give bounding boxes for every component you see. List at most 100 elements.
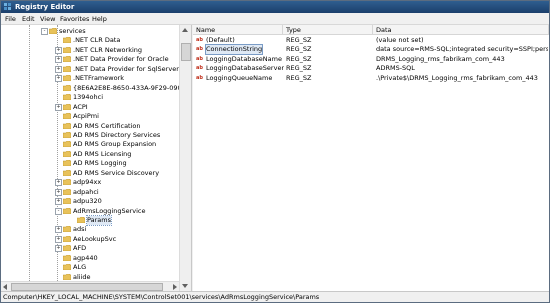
tree-item-label: AD RMS Directory Services [73,130,161,139]
scroll-right-icon[interactable] [173,284,177,290]
menu-bar: File Edit View Favorites Help [1,13,549,25]
value-name: LoggingDatabaseServer [206,64,285,73]
tree-item-label: adpu320 [73,197,102,206]
folder-icon [63,226,71,233]
folder-icon [63,65,71,72]
tree-item-label: ALG [73,263,87,272]
expand-icon[interactable]: + [55,65,62,73]
folder-icon [63,169,71,176]
value-row[interactable]: ab LoggingDatabaseName REG_SZ DRMS_Logging_… [193,55,549,64]
expand-icon[interactable]: + [55,188,62,196]
expand-icon[interactable]: + [55,46,62,54]
value-data: data source=RMS-SQL;integrated security=… [376,45,548,54]
tree-item-label: AdRmsLoggingService [73,206,146,215]
folder-icon [63,207,71,214]
value-name: LoggingQueueName [206,73,273,82]
tree-item-label: AeLookupSvc [73,234,117,243]
title-bar[interactable]: Registry Editor [1,1,549,13]
tree-item-label: AD RMS Licensing [73,149,132,158]
folder-icon [63,264,71,271]
tree-item-label: AFD [73,244,87,253]
scroll-down-icon[interactable] [182,284,188,288]
value-row[interactable]: ab LoggingDatabaseServer REG_SZ ADRMS-SQL [193,64,549,73]
tree-item-label: agp440 [73,253,98,262]
tree-item-label: adsi [73,225,87,234]
value-type: REG_SZ [286,54,312,63]
expand-icon[interactable]: + [55,226,62,234]
folder-icon [63,37,71,44]
window-title: Registry Editor [15,3,75,11]
folder-icon [63,198,71,205]
expand-icon[interactable]: + [55,56,62,64]
menu-help[interactable]: Help [92,15,107,23]
menu-file[interactable]: File [5,15,16,23]
value-type: REG_SZ [286,73,312,82]
tree-item-label: AcpiPmi [73,112,99,121]
tree-item-label: .NETFramework [73,74,124,83]
tree-item-label: ACPI [73,102,88,111]
values-list[interactable]: Name Type Data ab (Default) REG_SZ (value n… [193,25,549,291]
value-row[interactable]: ab LoggingQueueName REG_SZ .\Private$\DRMS_… [193,74,549,83]
folder-icon [63,188,71,195]
collapse-icon[interactable]: - [55,207,62,215]
folder-icon [63,235,71,242]
horizontal-scroll-thumb[interactable] [11,283,163,291]
expand-icon[interactable]: + [55,179,62,187]
string-value-icon: ab [196,74,203,81]
expand-icon[interactable]: + [55,245,62,253]
tree-item-label: adp94xx [73,178,102,187]
folder-icon [63,179,71,186]
expand-icon[interactable]: + [55,198,62,206]
tree-horizontal-scrollbar[interactable] [1,281,179,291]
scroll-up-icon[interactable] [182,28,188,32]
folder-icon [63,103,71,110]
folder-icon [63,254,71,261]
value-type: REG_SZ [286,45,312,54]
registry-key-tree[interactable]: - services .NET CLR Data + .NET CLR Networki… [1,25,192,291]
value-row[interactable]: ab ConnectionString REG_SZ data source=RMS-… [193,44,549,56]
column-header-data[interactable]: Data [373,25,549,35]
column-header-name[interactable]: Name [193,25,283,35]
menu-view[interactable]: View [40,15,55,23]
expand-icon[interactable]: + [55,235,62,243]
registry-app-icon [4,3,11,10]
folder-icon [63,150,71,157]
folder-icon [63,84,71,91]
tree-item-label: AD RMS Certification [73,121,141,130]
string-value-icon: ab [196,55,203,62]
value-row[interactable]: ab (Default) REG_SZ (value not set) [193,36,549,45]
value-name: ConnectionString [204,44,264,56]
tree-item-label: .NET Data Provider for SqlServer [73,64,179,73]
folder-icon [63,94,71,101]
value-type: REG_SZ [286,36,312,44]
tree-item-label: {8E6A2E8E-8650-433A-9F29-09091 [73,83,190,92]
registry-editor-window: Registry Editor File Edit View Favorites… [0,0,550,303]
tree-item-label: adpahci [73,187,99,196]
folder-icon [63,113,71,120]
folder-icon [63,273,71,280]
string-value-icon: ab [196,65,203,72]
tree-item-label: AD RMS Group Expansion [73,140,157,149]
folder-icon [63,46,71,53]
scroll-left-icon[interactable] [3,284,7,290]
tree-item-label: AD RMS Logging [73,159,127,168]
expand-icon[interactable]: + [55,75,62,83]
value-data: DRMS_Logging_rms_fabrikam_com_443 [376,54,505,63]
menu-favorites[interactable]: Favorites [60,15,89,23]
scroll-thumb[interactable] [181,43,191,61]
expand-icon[interactable]: + [55,103,62,111]
folder-icon [63,141,71,148]
folder-icon [49,28,57,34]
value-type: REG_SZ [286,64,312,73]
column-header-type[interactable]: Type [283,25,373,35]
tree-item-label: services [59,27,86,35]
collapse-icon[interactable]: - [41,28,48,35]
tree-vertical-scrollbar[interactable] [179,25,191,291]
folder-icon [77,217,85,223]
value-data: ADRMS-SQL [376,64,415,73]
status-bar-path: Computer\HKEY_LOCAL_MACHINE\SYSTEM\Contr… [1,291,549,302]
value-name: LoggingDatabaseName [206,54,282,63]
menu-edit[interactable]: Edit [22,15,35,23]
tree-item-label: Params [86,215,112,226]
string-value-icon: ab [196,37,203,43]
